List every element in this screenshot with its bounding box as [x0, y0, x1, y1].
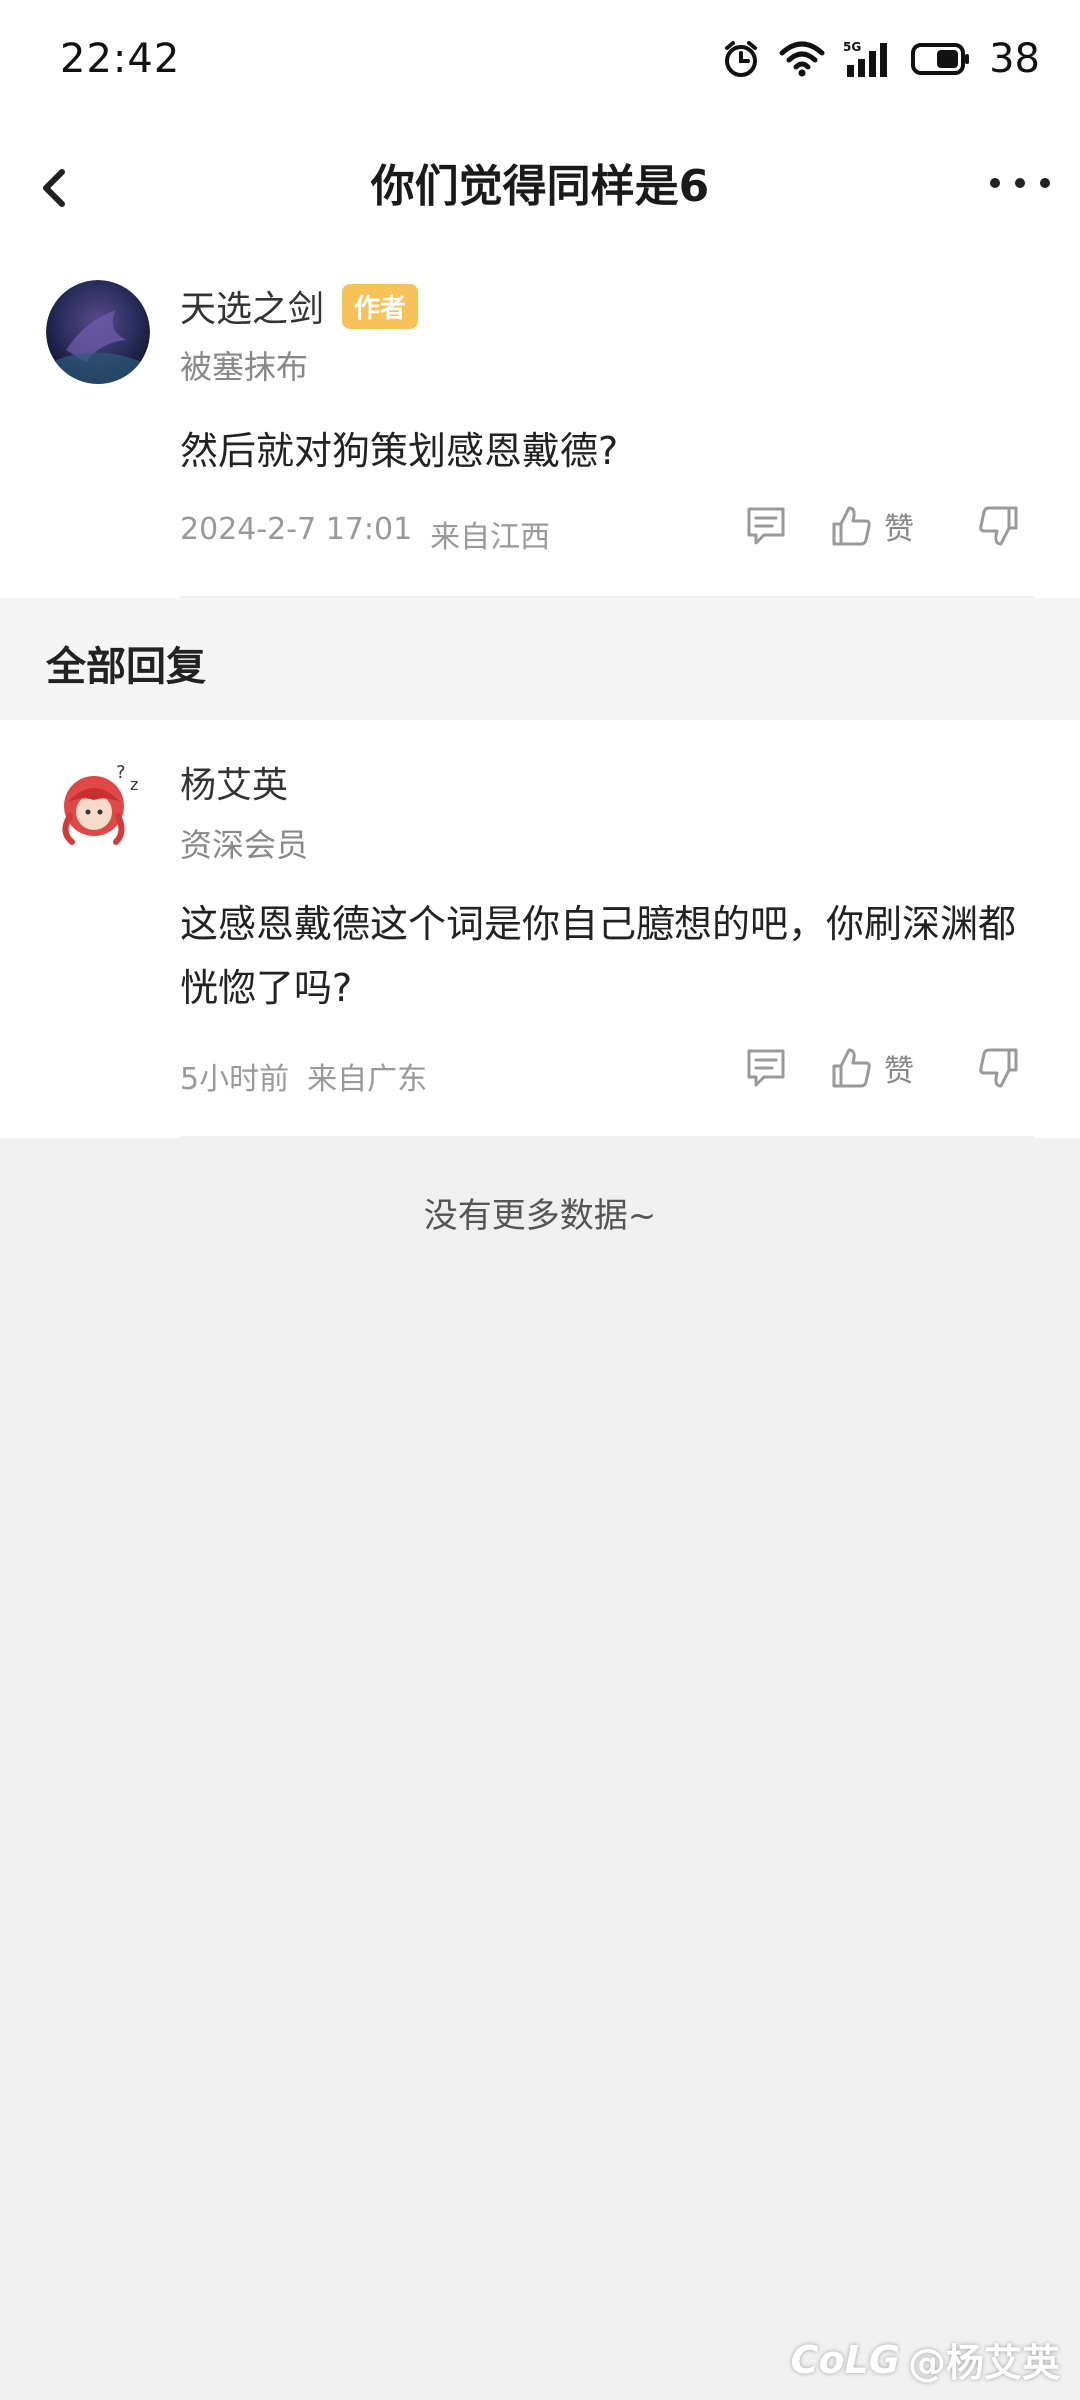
- status-bar: 22:42 5G 38: [0, 0, 1080, 120]
- like-button[interactable]: 赞: [830, 1046, 914, 1090]
- signal-5g-icon: 5G: [843, 40, 888, 77]
- author-subtitle: 被塞抹布: [180, 348, 309, 386]
- comment-icon[interactable]: [744, 504, 788, 548]
- thumbs-down-icon[interactable]: [976, 504, 1020, 548]
- thumbs-down-icon[interactable]: [976, 1046, 1020, 1090]
- reply-location: 来自广东: [307, 1062, 428, 1097]
- divider: [180, 1136, 1034, 1138]
- author-name[interactable]: 天选之剑: [180, 280, 324, 332]
- no-more-data: 没有更多数据~: [423, 1196, 657, 1236]
- watermark-logo: CoLG: [790, 2337, 900, 2382]
- thumbs-up-icon: [832, 506, 871, 546]
- post-actions: 赞: [744, 504, 1020, 548]
- comment-icon[interactable]: [744, 1046, 788, 1090]
- battery-icon: [911, 43, 970, 75]
- reply-author-row: 杨艾英: [180, 756, 288, 808]
- post-location: 来自江西: [430, 520, 551, 555]
- original-post: 天选之剑 作者 被塞抹布 然后就对狗策划感恩戴德? 2024-2-7 17:01…: [0, 250, 1080, 598]
- reply-author-name[interactable]: 杨艾英: [180, 756, 288, 808]
- post-date: 2024-2-7 17:01: [180, 512, 413, 547]
- reply-item: ? z 杨艾英 资深会员 这感恩戴德这个词是你自己臆想的吧，你刷深渊都恍惚了吗?…: [0, 720, 1080, 1138]
- status-time: 22:42: [60, 36, 181, 82]
- svg-text:z: z: [130, 775, 138, 794]
- watermark: CoLG @杨艾英: [791, 2332, 1060, 2387]
- svg-text:5G: 5G: [843, 40, 861, 54]
- reply-actions: 赞: [744, 1046, 1020, 1090]
- author-avatar[interactable]: [46, 280, 150, 384]
- status-icons: 5G 38: [721, 34, 1040, 84]
- reply-meta: 5小时前 来自广东: [180, 1054, 427, 1098]
- reply-content: 这感恩戴德这个词是你自己臆想的吧，你刷深渊都恍惚了吗?: [180, 902, 1017, 1010]
- author-row: 天选之剑 作者: [180, 280, 419, 332]
- author-badge: 作者: [342, 283, 419, 329]
- page-title: 你们觉得同样是6: [370, 161, 710, 212]
- reply-avatar[interactable]: ? z: [46, 756, 150, 860]
- section-title: 全部回复: [46, 644, 206, 690]
- wifi-icon: [779, 41, 825, 77]
- section-header: 全部回复: [0, 598, 1080, 720]
- like-label: 赞: [884, 512, 914, 547]
- svg-text:?: ?: [116, 762, 126, 783]
- reply-author-subtitle: 资深会员: [180, 826, 309, 864]
- like-label: 赞: [884, 1054, 914, 1089]
- like-button[interactable]: 赞: [830, 504, 914, 548]
- battery-level: 38: [989, 36, 1040, 82]
- reply-time: 5小时前: [180, 1062, 290, 1097]
- more-dots-icon[interactable]: [990, 168, 1050, 198]
- thumbs-up-icon: [832, 1048, 871, 1088]
- nav-bar: 你们觉得同样是6: [0, 120, 1080, 250]
- post-content: 然后就对狗策划感恩戴德?: [180, 429, 619, 473]
- post-meta: 2024-2-7 17:01 来自江西: [180, 512, 550, 556]
- watermark-user: @杨艾英: [907, 2341, 1060, 2385]
- alarm-icon: [725, 41, 758, 77]
